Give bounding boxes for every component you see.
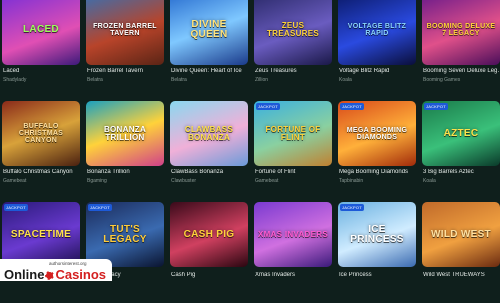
jackpot-badge: JACKPOT [424, 103, 448, 110]
game-provider: Booming Games [423, 77, 461, 83]
jackpot-badge: JACKPOT [4, 204, 28, 211]
game-logo-art: Bonanza Trillion [103, 124, 147, 142]
game-provider: Clawbuster [171, 178, 197, 184]
game-card[interactable]: Divine Queen Divine Queen: Heart of Ice … [170, 0, 248, 101]
game-thumbnail[interactable]: JACKPOT Aztec [422, 101, 500, 166]
game-logo-art: Booming Deluxe 7 Legacy [426, 22, 496, 37]
casino-chip-icon [45, 271, 55, 280]
jackpot-badge: JACKPOT [88, 204, 112, 211]
brand-text-online: Online [4, 267, 45, 282]
game-logo-art: Voltage Blitz Rapid [347, 22, 407, 37]
game-card[interactable]: JACKPOT Mega Booming Diamonds Mega Boomi… [338, 101, 416, 202]
game-thumbnail[interactable]: Voltage Blitz Rapid [338, 0, 416, 65]
game-logo-art: Aztec [443, 127, 479, 139]
game-provider: Koala [339, 77, 352, 83]
watermark-url: authorsinterest.org [49, 261, 87, 266]
watermark-brand: Online Casinos [4, 267, 106, 282]
game-card[interactable]: Booming Deluxe 7 Legacy Booming Seven De… [422, 0, 500, 101]
game-title[interactable]: Cash Pig [171, 272, 249, 278]
game-logo-art: Tut's Legacy [103, 223, 147, 245]
game-thumbnail[interactable]: Frozen Barrel Tavern [86, 0, 164, 65]
game-logo-art: Cash Pig [183, 228, 235, 240]
game-card[interactable]: Buffalo Christmas Canyon Buffalo Christm… [2, 101, 80, 202]
game-logo-art: Ice Princess [350, 223, 404, 245]
game-logo-art: Divine Queen [190, 18, 228, 40]
game-title[interactable]: Laced [3, 68, 81, 74]
game-logo-art: Fortune of Flint [265, 124, 321, 142]
game-title[interactable]: Ice Princess [339, 272, 417, 278]
game-title[interactable]: Voltage Blitz Rapid [339, 68, 417, 74]
game-card[interactable]: ClawBass Bonanza ClawBass Bonanza Clawbu… [170, 101, 248, 202]
game-thumbnail[interactable]: Xmas Invaders [254, 202, 332, 267]
jackpot-badge: JACKPOT [256, 103, 280, 110]
game-thumbnail[interactable]: Wild West [422, 202, 500, 267]
game-thumbnail[interactable]: JACKPOT Ice Princess [338, 202, 416, 267]
game-thumbnail[interactable]: JACKPOT Tut's Legacy [86, 202, 164, 267]
game-thumbnail[interactable]: Cash Pig [170, 202, 248, 267]
game-thumbnail[interactable]: Zeus Treasures [254, 0, 332, 65]
game-card[interactable]: Laced Laced Shadylady [2, 0, 80, 101]
game-logo-art: Zeus Treasures [266, 20, 320, 38]
game-provider: Shadylady [3, 77, 27, 83]
jackpot-badge: JACKPOT [340, 204, 364, 211]
game-title[interactable]: Mega Booming Diamonds [339, 169, 417, 175]
game-title[interactable]: Buffalo Christmas Canyon [3, 169, 81, 175]
game-provider: Belatra [171, 77, 187, 83]
game-card[interactable]: JACKPOT Ice Princess Ice Princess [338, 202, 416, 303]
game-title[interactable]: Xmas Invaders [255, 272, 333, 278]
game-card[interactable]: Xmas Invaders Xmas Invaders [254, 202, 332, 303]
game-title[interactable]: Divine Queen: Heart of Ice [171, 68, 249, 74]
game-logo-art: Buffalo Christmas Canyon [18, 123, 64, 144]
watermark-logo: authorsinterest.org Online Casinos [0, 259, 112, 282]
game-title[interactable]: Booming Seven Deluxe Leg… [423, 68, 500, 74]
game-provider: Tapbinabin [339, 178, 364, 184]
game-card[interactable]: JACKPOT Spacetime Spacetime [2, 202, 80, 303]
game-card[interactable]: JACKPOT Tut's Legacy Tut's Legacy [86, 202, 164, 303]
game-title[interactable]: Zeus Treasures [255, 68, 333, 74]
jackpot-badge: JACKPOT [340, 103, 364, 110]
game-title[interactable]: 3 Big Barrels Aztec [423, 169, 500, 175]
game-grid: Laced Laced Shadylady Frozen Barrel Tave… [2, 0, 500, 303]
game-card[interactable]: Frozen Barrel Tavern Frozen Barrel Taver… [86, 0, 164, 101]
game-card[interactable]: JACKPOT Aztec 3 Big Barrels Aztec Koala [422, 101, 500, 202]
game-title[interactable]: Frozen Barrel Tavern [87, 68, 165, 74]
game-logo-art: Xmas Invaders [258, 229, 328, 239]
game-thumbnail[interactable]: Booming Deluxe 7 Legacy [422, 0, 500, 65]
game-thumbnail[interactable]: JACKPOT Spacetime [2, 202, 80, 267]
game-card[interactable]: Zeus Treasures Zeus Treasures Zillion [254, 0, 332, 101]
game-provider: Koala [423, 178, 436, 184]
game-provider: Bgaming [87, 178, 107, 184]
game-logo-art: Frozen Barrel Tavern [93, 22, 157, 37]
game-thumbnail[interactable]: JACKPOT Fortune of Flint [254, 101, 332, 166]
game-thumbnail[interactable]: ClawBass Bonanza [170, 101, 248, 166]
game-title[interactable]: Bonanza Trillion [87, 169, 165, 175]
game-logo-art: Spacetime [10, 228, 72, 240]
game-provider: Gamebeat [3, 178, 27, 184]
game-provider: Gamebeat [255, 178, 279, 184]
brand-text-casinos: Casinos [55, 267, 107, 282]
game-card[interactable]: JACKPOT Fortune of Flint Fortune of Flin… [254, 101, 332, 202]
game-provider: Zillion [255, 77, 269, 83]
game-thumbnail[interactable]: Buffalo Christmas Canyon [2, 101, 80, 166]
game-thumbnail[interactable]: Divine Queen [170, 0, 248, 65]
game-thumbnail[interactable]: Bonanza Trillion [86, 101, 164, 166]
game-logo-art: Laced [23, 23, 59, 35]
game-card[interactable]: Wild West Wild West TRUEWAYS [422, 202, 500, 303]
game-title[interactable]: Wild West TRUEWAYS [423, 272, 500, 278]
game-logo-art: Wild West [431, 228, 491, 240]
game-provider: Belatra [87, 77, 103, 83]
game-title[interactable]: ClawBass Bonanza [171, 169, 249, 175]
game-thumbnail[interactable]: Laced [2, 0, 80, 65]
game-logo-art: ClawBass Bonanza [184, 124, 234, 142]
game-card[interactable]: Cash Pig Cash Pig [170, 202, 248, 303]
game-thumbnail[interactable]: JACKPOT Mega Booming Diamonds [338, 101, 416, 166]
game-card[interactable]: Bonanza Trillion Bonanza Trillion Bgamin… [86, 101, 164, 202]
game-logo-art: Mega Booming Diamonds [346, 126, 408, 141]
game-card[interactable]: Voltage Blitz Rapid Voltage Blitz Rapid … [338, 0, 416, 101]
game-title[interactable]: Fortune of Flint [255, 169, 333, 175]
